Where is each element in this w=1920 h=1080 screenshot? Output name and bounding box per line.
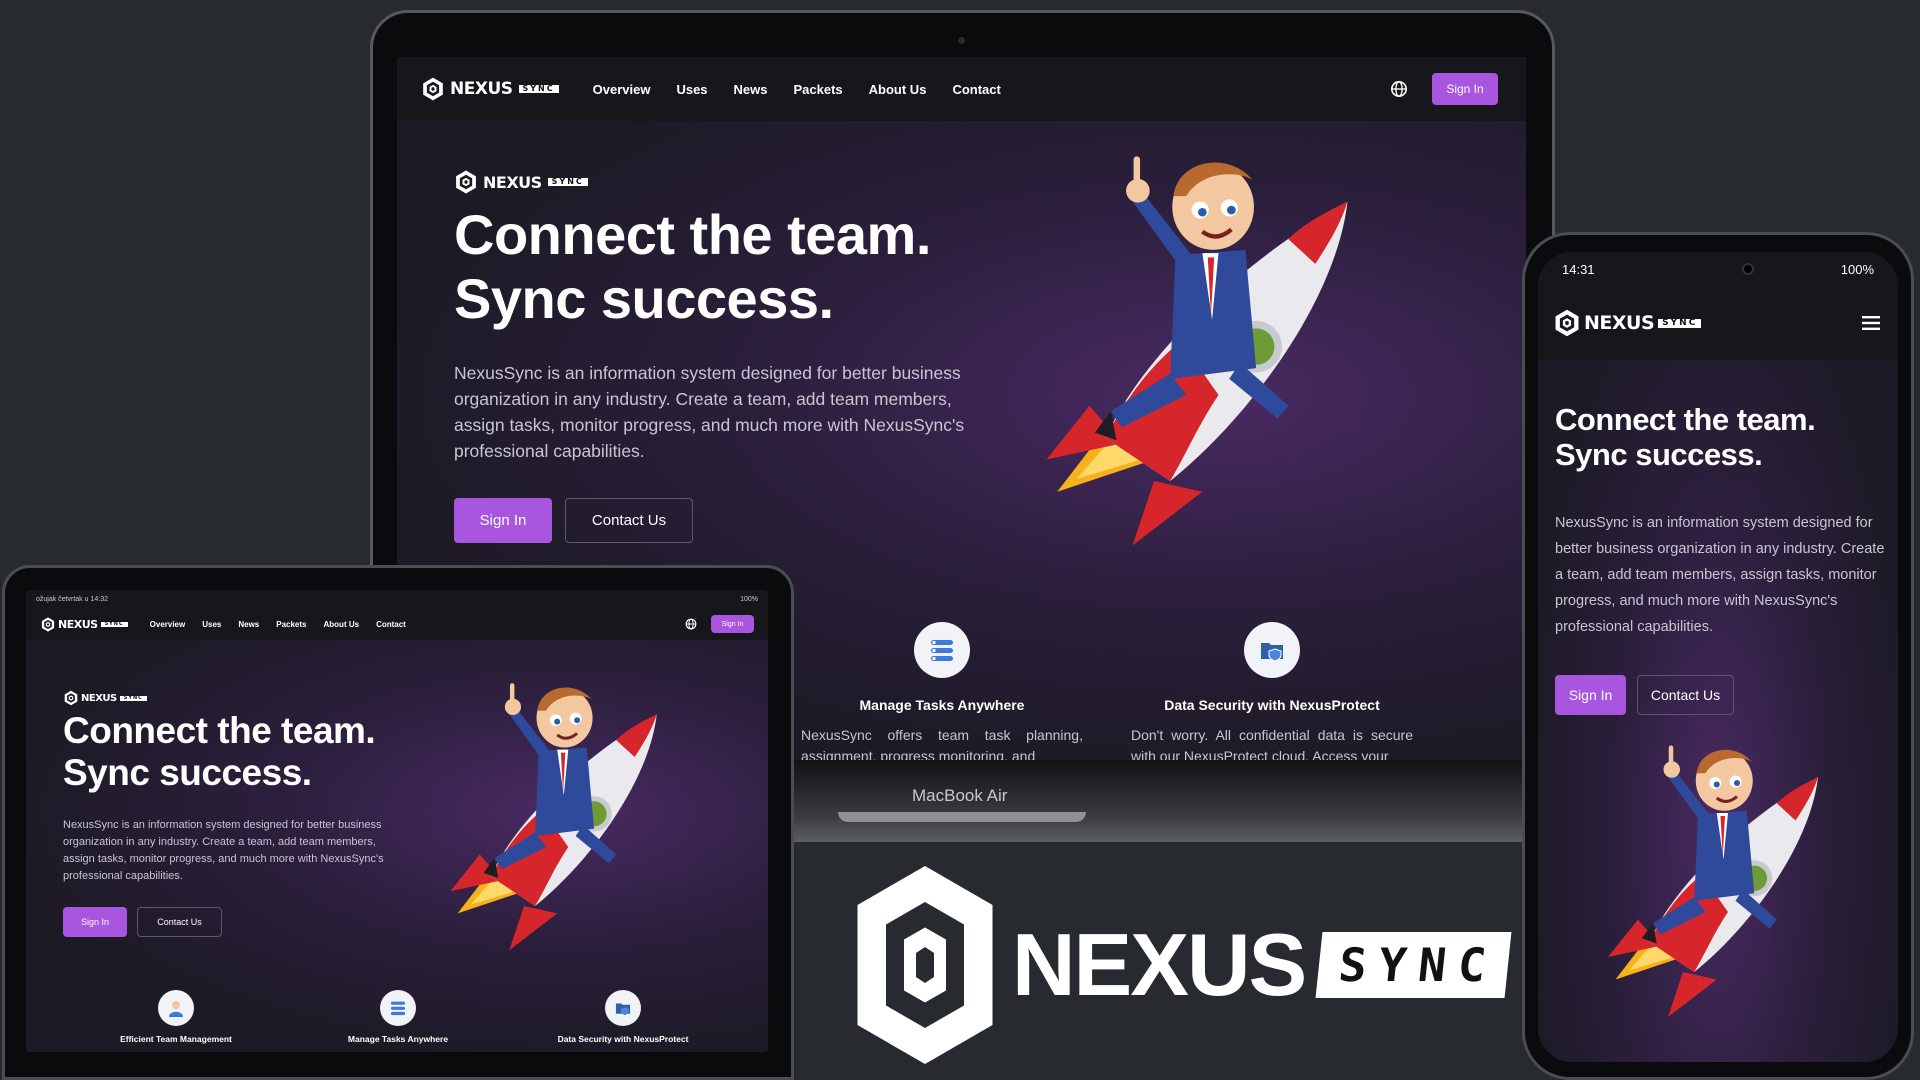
hero-contact-button[interactable]: Contact Us [565, 498, 693, 543]
nav-link-contact[interactable]: Contact [376, 620, 406, 629]
hero-title: Connect the team. Sync success. [454, 203, 931, 331]
shield-folder-icon [1244, 622, 1300, 678]
nav-link-packets[interactable]: Packets [794, 82, 843, 97]
hero-title-line1: Connect the team. [1555, 402, 1816, 437]
nav-signin-button[interactable]: Sign In [711, 615, 754, 633]
hero-logo: NEXUS SYNC [64, 690, 147, 706]
nav-link-overview[interactable]: Overview [150, 620, 186, 629]
brand-name: NEXUS [81, 692, 117, 704]
brand-tag: SYNC [100, 621, 128, 627]
tasks-icon [380, 990, 416, 1026]
big-brand-name: NEXUS [1012, 915, 1307, 1014]
hex-logo-icon [64, 690, 78, 706]
shield-folder-icon [605, 990, 641, 1026]
feature-title: Manage Tasks Anywhere [347, 1034, 449, 1044]
tasks-icon [914, 622, 970, 678]
nav-link-packets[interactable]: Packets [276, 620, 306, 629]
laptop-hinge [838, 812, 1086, 822]
phone-navbar: NEXUS SYNC [1538, 286, 1898, 360]
phone-time: 14:31 [1562, 261, 1595, 277]
nav-link-contact[interactable]: Contact [952, 82, 1000, 97]
hex-logo-icon [422, 77, 444, 101]
hero-title-line1: Connect the team. [454, 203, 931, 266]
feature-title: Manage Tasks Anywhere [859, 697, 1025, 713]
feature-tasks: Manage Tasks Anywhere NexusSync offers t… [792, 622, 1092, 762]
brand-name: NEXUS [58, 617, 98, 631]
hero-description: NexusSync is an information system desig… [454, 363, 965, 461]
nav-link-about[interactable]: About Us [324, 620, 360, 629]
hero-description: NexusSync is an information system desig… [63, 819, 384, 882]
nav-link-about[interactable]: About Us [869, 82, 927, 97]
brand-tag: SYNC [518, 85, 559, 93]
brand-tag: SYNC [1658, 318, 1702, 328]
brand-name: NEXUS [1584, 312, 1655, 334]
hero-signin-button[interactable]: Sign In [454, 498, 552, 543]
hamburger-menu-icon[interactable] [1862, 316, 1880, 330]
tablet-battery: 100% [740, 595, 758, 603]
tablet-navbar: NEXUS SYNC Overview Uses News Packets Ab… [26, 608, 768, 640]
hero-title-line2: Sync success. [1555, 437, 1763, 473]
brand-name: NEXUS [450, 79, 513, 99]
hero-description: NexusSync is an information system desig… [1555, 515, 1885, 635]
brand-tag: SYNC [547, 178, 588, 186]
tablet-status-bar: ožujak četvrtak u 14:32 100% [26, 590, 768, 608]
nav-link-uses[interactable]: Uses [202, 620, 221, 629]
rocket-illustration [982, 137, 1412, 567]
hero-title-line1: Connect the team. [63, 710, 376, 751]
phone-battery: 100% [1840, 261, 1874, 277]
phone-screen: 14:31 100% NEXUS SYNC Connect the team. … [1538, 252, 1898, 1062]
feature-title: Data Security with NexusProtect [557, 1034, 689, 1044]
brand-tag: SYNC [119, 695, 147, 701]
hero-contact-button[interactable]: Contact Us [1637, 675, 1734, 715]
phone-status-bar: 14:31 100% [1538, 252, 1898, 286]
hero-title-line2: Sync success. [63, 752, 312, 794]
navbar-logo[interactable]: NEXUS SYNC [41, 617, 128, 632]
hero-title: Connect the team. Sync success. [1555, 402, 1816, 473]
globe-icon[interactable] [685, 618, 697, 630]
hero-logo: NEXUS SYNC [455, 169, 588, 195]
hex-logo-icon [1554, 309, 1580, 337]
nav-links: Overview Uses News Packets About Us Cont… [593, 82, 1001, 97]
laptop-camera [958, 37, 965, 44]
rocket-illustration [406, 670, 701, 965]
laptop-label: MacBook Air [912, 786, 1008, 805]
nav-links: Overview Uses News Packets About Us Cont… [150, 620, 406, 629]
feature-tasks: Manage Tasks Anywhere [308, 990, 488, 1044]
hero-signin-button[interactable]: Sign In [63, 907, 127, 937]
tablet-screen: ožujak četvrtak u 14:32 100% NEXUS SYNC … [26, 590, 768, 1052]
feature-team: Efficient Team Management [86, 990, 266, 1044]
nexus-sync-logo: NEXUS SYNC [850, 860, 1512, 1070]
nav-signin-button[interactable]: Sign In [1432, 73, 1498, 105]
nav-link-overview[interactable]: Overview [593, 82, 651, 97]
hero-title: Connect the team. Sync success. [63, 710, 376, 794]
navbar-logo[interactable]: NEXUS SYNC [422, 77, 559, 101]
rocket-illustration [1563, 732, 1863, 1032]
laptop-navbar: NEXUS SYNC Overview Uses News Packets Ab… [397, 57, 1526, 121]
team-icon [158, 990, 194, 1026]
globe-icon[interactable] [1390, 80, 1408, 98]
feature-security: Data Security with NexusProtect [523, 990, 723, 1044]
brand-name: NEXUS [483, 172, 542, 192]
hex-logo-icon [455, 169, 477, 195]
navbar-logo[interactable]: NEXUS SYNC [1554, 309, 1702, 337]
nav-link-uses[interactable]: Uses [676, 82, 707, 97]
hex-logo-icon [857, 866, 993, 1064]
feature-text: NexusSync offers team task planning, ass… [801, 727, 1083, 762]
feature-security: Data Security with NexusProtect Don't wo… [1122, 622, 1422, 762]
feature-text: Don't worry. All confidential data is se… [1131, 727, 1413, 762]
tablet-status-time: ožujak četvrtak u 14:32 [36, 595, 108, 603]
nav-link-news[interactable]: News [734, 82, 768, 97]
phone-camera [1741, 263, 1754, 275]
hero-signin-button[interactable]: Sign In [1555, 675, 1626, 715]
hero-title-line2: Sync success. [454, 266, 834, 330]
feature-title: Data Security with NexusProtect [1164, 697, 1380, 713]
big-brand-tag: SYNC [1315, 932, 1512, 998]
hero-contact-button[interactable]: Contact Us [137, 907, 222, 937]
nav-link-news[interactable]: News [238, 620, 259, 629]
hex-logo-icon [41, 617, 55, 632]
feature-title: Efficient Team Management [120, 1034, 232, 1044]
